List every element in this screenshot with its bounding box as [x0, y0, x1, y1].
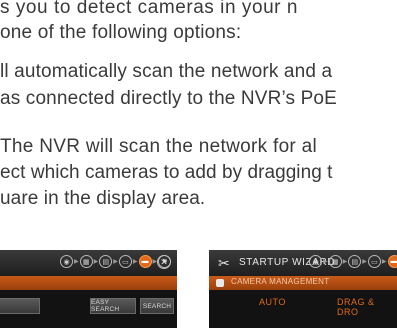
- wizard-stepper: ◉▶ ▦▶ ▤▶ ▭▶ ▬▶: [309, 255, 397, 268]
- text-line: The NVR will scan the network for al: [0, 136, 318, 157]
- mode-auto-label[interactable]: AUTO: [259, 297, 286, 307]
- step-camera-icon: ◉: [309, 255, 322, 268]
- step-camera-mgmt-icon: ▬: [138, 255, 152, 268]
- text-line: uare in the display area.: [0, 188, 206, 209]
- button-row: EASY SEARCH SEARCH: [0, 292, 177, 314]
- screenshot-easy-search: ◉ ▶ ▦ ▶ ▤ ▶ ▭ ▶ ▬ ▶ ⚑ ✕ EASY SEARCH SEARCH: [0, 250, 177, 328]
- easy-search-button[interactable]: EASY SEARCH: [90, 298, 136, 314]
- step-camera-mgmt-icon: ▬: [387, 255, 397, 268]
- wizard-stepper: ◉ ▶ ▦ ▶ ▤ ▶ ▭ ▶ ▬ ▶ ⚑: [60, 255, 172, 268]
- text-line: as connected directly to the NVR’s PoE: [0, 88, 337, 109]
- screenshot-drag-drop: ✂ STARTUP WIZARD ◉▶ ▦▶ ▤▶ ▭▶ ▬▶ CAMERA M…: [209, 250, 397, 328]
- mode-drag-drop-label[interactable]: DRAG & DRO: [337, 297, 397, 317]
- step-calendar-icon: ▦: [328, 255, 342, 268]
- step-network-icon: ▭: [118, 255, 132, 268]
- step-storage-icon: ▤: [348, 255, 362, 268]
- close-icon[interactable]: ✕: [157, 255, 171, 269]
- step-camera-icon: ◉: [60, 255, 73, 268]
- section-header-bar: CAMERA MANAGEMENT: [209, 276, 397, 290]
- section-title: CAMERA MANAGEMENT: [231, 277, 330, 286]
- text-line: ect which cameras to add by dragging t: [0, 162, 333, 183]
- text-line: ll automatically scan the network and a: [0, 61, 333, 82]
- window-titlebar: ✂ STARTUP WIZARD ◉▶ ▦▶ ▤▶ ▭▶ ▬▶: [209, 250, 397, 276]
- step-storage-icon: ▤: [99, 255, 113, 268]
- partial-button[interactable]: [0, 298, 40, 314]
- wizard-tools-icon: ✂: [218, 255, 230, 271]
- text-line: s you to detect cameras in your n: [0, 0, 299, 18]
- search-button[interactable]: SEARCH: [140, 298, 174, 314]
- text-line: one of the following options:: [0, 22, 242, 43]
- step-calendar-icon: ▦: [79, 255, 93, 268]
- camera-icon: [216, 279, 224, 287]
- step-network-icon: ▭: [367, 255, 381, 268]
- section-header-bar: [0, 276, 177, 290]
- window-titlebar: ◉ ▶ ▦ ▶ ▤ ▶ ▭ ▶ ▬ ▶ ⚑ ✕: [0, 250, 177, 276]
